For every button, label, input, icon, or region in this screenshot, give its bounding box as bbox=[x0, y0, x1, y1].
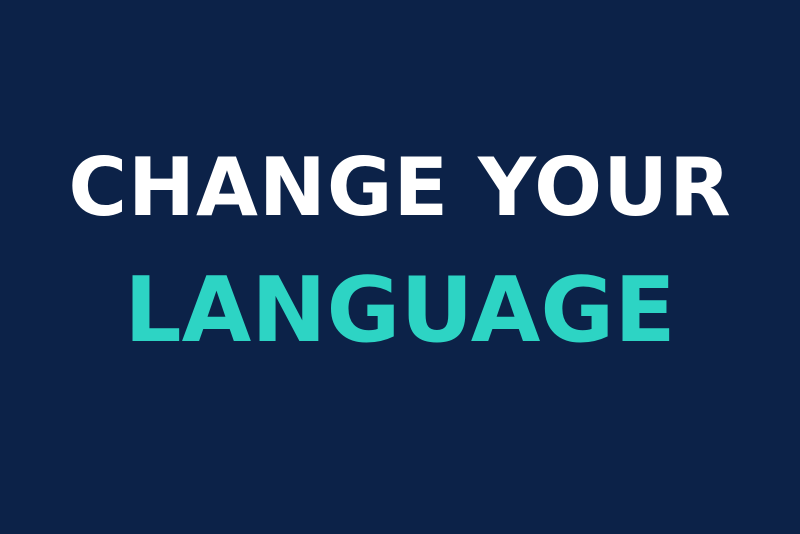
headline-line-1: CHANGE YOUR bbox=[68, 141, 732, 234]
headline-line-2: LANGUAGE bbox=[124, 258, 676, 363]
banner: CHANGE YOUR LANGUAGE bbox=[0, 0, 800, 534]
